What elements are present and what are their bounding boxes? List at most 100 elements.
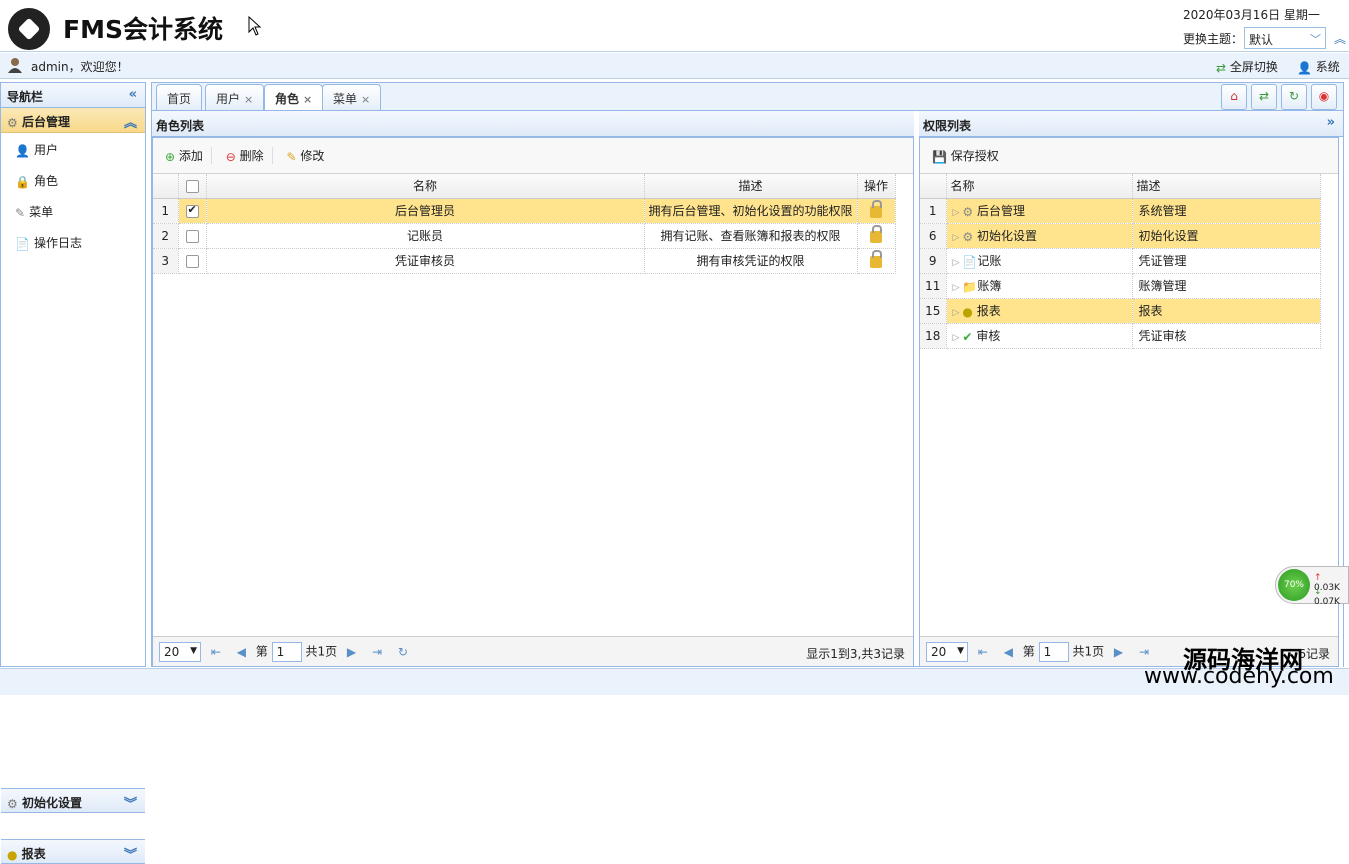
- sidebar-item-user[interactable]: 👤 用户: [1, 133, 145, 164]
- delete-button[interactable]: ⊖ 删除: [226, 147, 273, 164]
- row-checkbox-cell[interactable]: [178, 223, 207, 249]
- role-pager: 20 ⇤ ◀ 第 1 共1页 ▶ ⇥ ↻ 显示1到3,共3记录: [153, 636, 913, 666]
- add-button[interactable]: ⊕ 添加: [165, 147, 212, 164]
- stop-icon[interactable]: ◉: [1311, 84, 1337, 110]
- lock-icon[interactable]: [870, 200, 882, 218]
- row-number: 6: [920, 223, 947, 249]
- op-cell[interactable]: [857, 248, 896, 274]
- system-label: 系统: [1315, 60, 1340, 74]
- page-input[interactable]: 1: [1038, 642, 1069, 662]
- column-header-desc[interactable]: 描述: [1132, 174, 1321, 199]
- expand-icon[interactable]: ▷: [953, 258, 960, 268]
- sidebar-item-label: 角色: [33, 174, 58, 188]
- mouse-cursor-icon: [248, 16, 262, 36]
- op-cell[interactable]: [857, 223, 896, 249]
- close-icon[interactable]: ×: [303, 93, 312, 106]
- close-icon[interactable]: ×: [244, 93, 253, 106]
- prev-page-icon[interactable]: ◀: [1004, 645, 1013, 659]
- page-size-select[interactable]: 20: [159, 642, 201, 662]
- edit-button[interactable]: ✎ 修改: [286, 147, 332, 164]
- next-page-icon[interactable]: ▶: [347, 645, 356, 659]
- swap-icon[interactable]: ⇄: [1251, 84, 1277, 110]
- column-header-op[interactable]: 操作: [857, 174, 896, 199]
- theme-label: 更换主题：: [1183, 32, 1244, 46]
- refresh-icon[interactable]: ↻: [1281, 84, 1307, 110]
- collapse-header-icon[interactable]: ︽: [1334, 30, 1346, 47]
- nav-group-init[interactable]: ⚙ 初始化设置 ︾: [1, 788, 145, 813]
- column-header-name[interactable]: 名称: [946, 174, 1133, 199]
- tab-home[interactable]: 首页: [156, 84, 203, 110]
- table-row[interactable]: 9 ▷ 📄记账 凭证管理: [920, 248, 1321, 274]
- row-checkbox-cell[interactable]: [178, 198, 207, 224]
- tree-node[interactable]: ▷ ✔ 审核: [946, 323, 1133, 349]
- page-input[interactable]: 1: [271, 642, 302, 662]
- tree-node[interactable]: ▷ 📁账簿: [946, 273, 1133, 299]
- lock-icon[interactable]: [870, 225, 882, 243]
- tree-node[interactable]: ▷ ⚙ 后台管理: [946, 198, 1133, 224]
- expand-panel-icon[interactable]: »: [1327, 115, 1335, 130]
- table-row[interactable]: 15 ▷ ● 报表 报表: [920, 298, 1321, 324]
- table-row[interactable]: 18 ▷ ✔ 审核 凭证审核: [920, 323, 1321, 349]
- page-size-select[interactable]: 20: [926, 642, 968, 662]
- sidebar-item-log[interactable]: 📄 操作日志: [1, 226, 145, 257]
- fullscreen-button[interactable]: ⇄ 全屏切换: [1216, 58, 1278, 75]
- table-row[interactable]: 11 ▷ 📁账簿 账簿管理: [920, 273, 1321, 299]
- role-table: 名称 描述 操作 1 后台管理员 拥有后台管理、初始化设置的功能权限 2 记账员…: [153, 174, 896, 274]
- role-desc: 拥有审核凭证的权限: [644, 248, 858, 274]
- tree-node[interactable]: ▷ ● 报表: [946, 298, 1133, 324]
- column-header-desc[interactable]: 描述: [644, 174, 858, 199]
- column-header-name[interactable]: 名称: [206, 174, 645, 199]
- tab-role[interactable]: 角色 ×: [264, 84, 324, 111]
- table-row[interactable]: 6 ▷ ⚙ 初始化设置 初始化设置: [920, 223, 1321, 249]
- last-page-icon[interactable]: ⇥: [1139, 645, 1149, 659]
- table-row[interactable]: 2 记账员 拥有记账、查看账簿和报表的权限: [153, 223, 896, 249]
- row-checkbox-cell[interactable]: [178, 248, 207, 274]
- system-menu-button[interactable]: 👤 系统: [1297, 58, 1340, 75]
- first-page-icon[interactable]: ⇤: [211, 645, 221, 659]
- refresh-icon[interactable]: ↻: [398, 645, 408, 659]
- nav-group-admin[interactable]: ⚙ 后台管理 ︽: [1, 108, 145, 133]
- collapse-sidebar-icon[interactable]: «: [129, 87, 137, 102]
- checkbox[interactable]: [185, 254, 199, 268]
- checkbox[interactable]: [185, 229, 199, 243]
- checkbox[interactable]: [185, 179, 199, 193]
- expand-icon[interactable]: ▷: [953, 333, 960, 343]
- app-logo: [8, 8, 50, 50]
- tree-node[interactable]: ▷ ⚙ 初始化设置: [946, 223, 1133, 249]
- welcome-text: admin，欢迎您！: [31, 60, 129, 74]
- first-page-icon[interactable]: ⇤: [978, 645, 988, 659]
- op-cell[interactable]: [857, 198, 896, 224]
- save-permission-button[interactable]: 💾 保存授权: [932, 147, 1007, 164]
- chevron-down-icon: ﹀: [1310, 33, 1321, 46]
- expand-icon[interactable]: ▷: [953, 283, 960, 293]
- sidebar-item-role[interactable]: 🔒 角色: [1, 164, 145, 195]
- prev-page-icon[interactable]: ◀: [237, 645, 246, 659]
- tree-node[interactable]: ▷ 📄记账: [946, 248, 1133, 274]
- row-number: 15: [920, 298, 947, 324]
- home-icon[interactable]: ⌂: [1221, 84, 1247, 110]
- expand-icon[interactable]: ▷: [953, 308, 960, 318]
- table-row[interactable]: 1 ▷ ⚙ 后台管理 系统管理: [920, 198, 1321, 224]
- next-page-icon[interactable]: ▶: [1114, 645, 1123, 659]
- table-row[interactable]: 3 凭证审核员 拥有审核凭证的权限: [153, 248, 896, 274]
- tab-menu[interactable]: 菜单 ×: [322, 84, 382, 110]
- document-icon: 📄: [15, 236, 30, 251]
- row-number: 9: [920, 248, 947, 274]
- row-number: 1: [153, 198, 179, 224]
- save-permission-label: 保存授权: [950, 149, 999, 163]
- select-all-checkbox[interactable]: [178, 174, 207, 199]
- theme-select[interactable]: 默认 ﹀: [1244, 27, 1326, 49]
- permission-table: 名称 描述 1 ▷ ⚙ 后台管理 系统管理 6 ▷ ⚙ 初始化设置 初始化设置 9 ▷ 📄记账凭…: [920, 174, 1321, 349]
- network-speed-widget[interactable]: 70% ↑ 0.03K ↓ 0.07K: [1275, 566, 1349, 607]
- lock-icon[interactable]: [870, 250, 882, 268]
- expand-icon[interactable]: ▷: [953, 208, 960, 218]
- last-page-icon[interactable]: ⇥: [372, 645, 382, 659]
- tab-user[interactable]: 用户 ×: [205, 84, 265, 110]
- table-row[interactable]: 1 后台管理员 拥有后台管理、初始化设置的功能权限: [153, 198, 896, 224]
- sidebar-item-menu[interactable]: ✎ 菜单: [1, 195, 145, 226]
- nav-group-label: 报表: [21, 847, 46, 861]
- expand-icon[interactable]: ▷: [953, 233, 960, 243]
- close-icon[interactable]: ×: [361, 93, 370, 106]
- checkbox[interactable]: [185, 203, 199, 218]
- nav-group-report[interactable]: ● 报表 ︾: [1, 839, 145, 864]
